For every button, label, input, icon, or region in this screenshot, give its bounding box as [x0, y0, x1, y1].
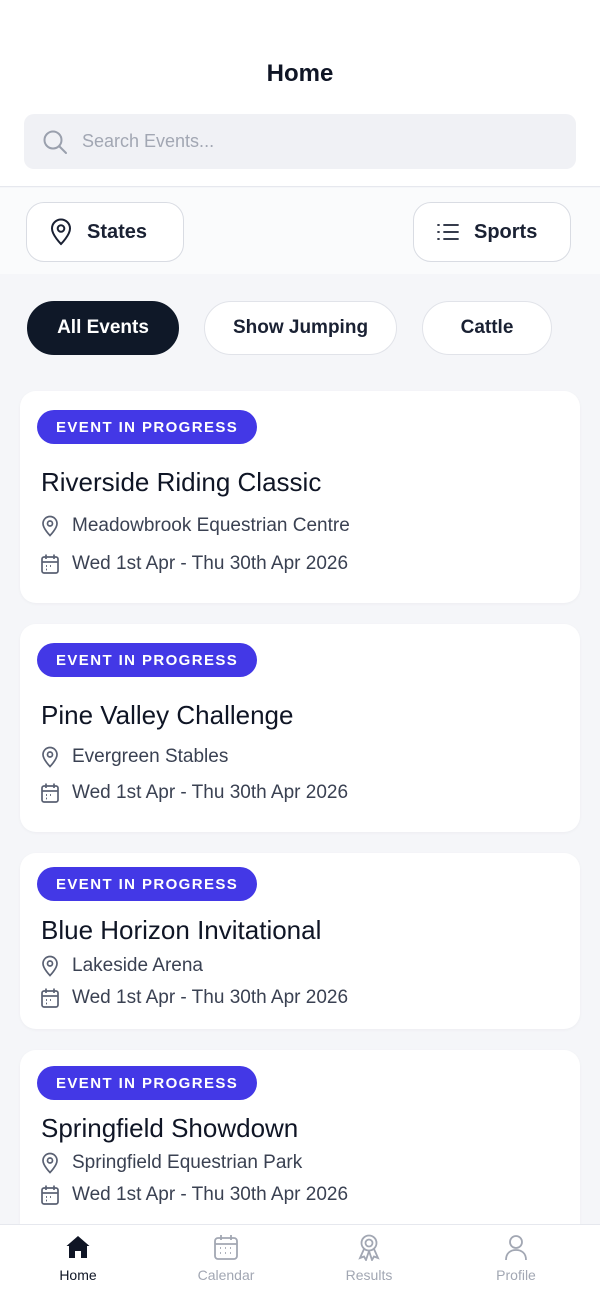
chip-cattle[interactable]: Cattle [422, 301, 552, 355]
status-badge: EVENT IN PROGRESS [37, 867, 258, 901]
event-title: Riverside Riding Classic [41, 467, 322, 497]
event-card[interactable]: EVENT IN PROGRESS Pine Valley Challenge … [20, 624, 580, 832]
event-dates: Wed 1st Apr - Thu 30th Apr 2026 [40, 782, 348, 804]
location-pin-icon [42, 515, 58, 537]
event-title: Pine Valley Challenge [41, 700, 294, 730]
location-pin-icon [42, 955, 58, 977]
tab-calendar[interactable]: Calendar [166, 1233, 286, 1293]
event-dates: Wed 1st Apr - Thu 30th Apr 2026 [40, 553, 348, 575]
chip-all-events[interactable]: All Events [27, 301, 179, 355]
home-icon [66, 1236, 90, 1258]
chip-show-jumping[interactable]: Show Jumping [204, 301, 397, 355]
event-venue: Meadowbrook Equestrian Centre [40, 515, 350, 537]
calendar-icon [41, 988, 59, 1008]
dates-label: Wed 1st Apr - Thu 30th Apr 2026 [72, 553, 349, 574]
event-dates: Wed 1st Apr - Thu 30th Apr 2026 [40, 1184, 348, 1206]
calendar-icon [214, 1235, 238, 1260]
calendar-icon [41, 1185, 59, 1205]
tab-results-label: Results [345, 1267, 393, 1283]
user-icon [505, 1235, 527, 1261]
search-icon [43, 130, 67, 154]
venue-label: Evergreen Stables [72, 746, 229, 767]
venue-label: Lakeside Arena [72, 955, 203, 976]
tab-home-label: Home [59, 1267, 97, 1283]
status-badge: EVENT IN PROGRESS [37, 1066, 258, 1100]
tab-profile-label: Profile [496, 1267, 536, 1283]
states-filter-label: States [87, 220, 148, 243]
event-venue: Evergreen Stables [40, 746, 228, 768]
dates-label: Wed 1st Apr - Thu 30th Apr 2026 [72, 987, 349, 1008]
venue-label: Springfield Equestrian Park [72, 1152, 303, 1173]
event-card[interactable]: EVENT IN PROGRESS Springfield Showdown S… [20, 1050, 580, 1224]
event-title: Springfield Showdown [41, 1113, 299, 1143]
award-icon [358, 1234, 380, 1261]
event-card[interactable]: EVENT IN PROGRESS Blue Horizon Invitatio… [20, 853, 580, 1029]
calendar-icon [41, 554, 59, 574]
location-pin-icon [50, 218, 72, 246]
filter-bar: States Sports [0, 188, 600, 274]
tab-home[interactable]: Home [18, 1233, 138, 1293]
app-header: Home [0, 0, 600, 187]
event-venue: Lakeside Arena [40, 955, 203, 977]
status-badge: EVENT IN PROGRESS [37, 643, 258, 677]
location-pin-icon [42, 746, 58, 768]
sports-filter-label: Sports [474, 220, 538, 243]
event-venue: Springfield Equestrian Park [40, 1152, 302, 1174]
event-card[interactable]: EVENT IN PROGRESS Riverside Riding Class… [20, 391, 580, 603]
sports-filter-button[interactable]: Sports [413, 202, 571, 262]
event-dates: Wed 1st Apr - Thu 30th Apr 2026 [40, 987, 348, 1009]
dates-label: Wed 1st Apr - Thu 30th Apr 2026 [72, 782, 349, 803]
search-bar[interactable] [24, 114, 576, 169]
tab-results[interactable]: Results [309, 1233, 429, 1293]
event-title: Blue Horizon Invitational [41, 915, 322, 945]
calendar-icon [41, 783, 59, 803]
list-icon [437, 224, 459, 240]
tab-calendar-label: Calendar [197, 1267, 255, 1283]
venue-label: Meadowbrook Equestrian Centre [72, 515, 350, 536]
tab-profile[interactable]: Profile [456, 1233, 576, 1293]
dates-label: Wed 1st Apr - Thu 30th Apr 2026 [72, 1184, 349, 1205]
page-title: Home [266, 60, 334, 87]
search-input[interactable] [82, 114, 552, 169]
bottom-tab-bar: Home Calendar Results Profile [0, 1224, 600, 1299]
location-pin-icon [42, 1152, 58, 1174]
status-badge: EVENT IN PROGRESS [37, 410, 258, 444]
states-filter-button[interactable]: States [26, 202, 184, 262]
